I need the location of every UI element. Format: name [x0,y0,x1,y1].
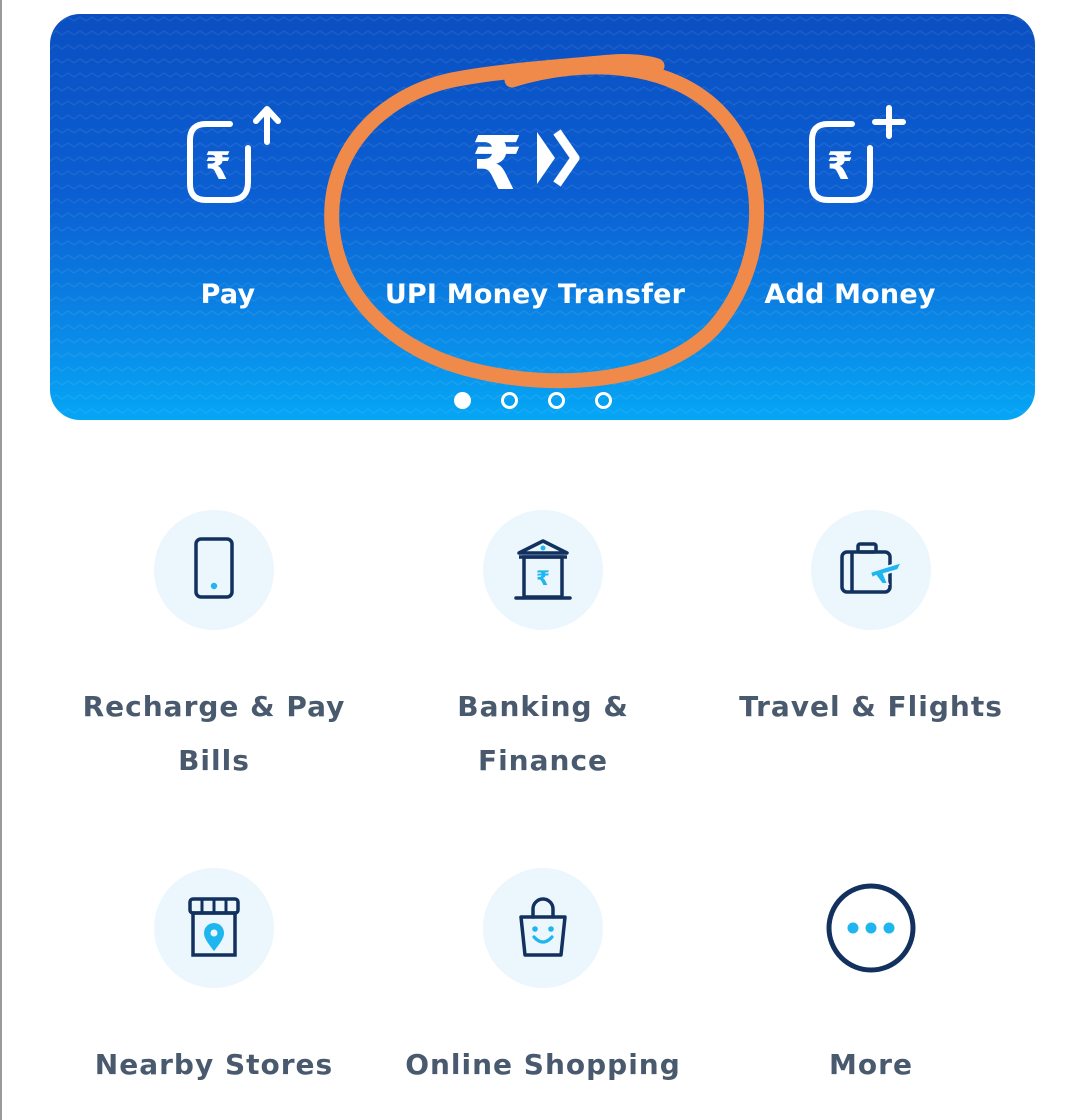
travel-flights-label: Travel & Flights [739,690,1003,723]
add-money-label: Add Money [764,279,936,310]
mobile-phone-icon [194,537,234,599]
page-dot-1[interactable] [453,392,471,409]
svg-text:₹: ₹ [536,566,550,590]
banking-finance-label: Banking & Finance [457,690,629,777]
payments-banner: ₹ Pay ₹ UPI Money Transfer ₹ Add Money [50,14,1035,420]
upi-money-transfer-label: UPI Money Transfer [384,279,686,310]
page-indicator [50,392,1025,409]
online-shopping-label: Online Shopping [405,1048,681,1081]
nearby-stores-tile[interactable]: Nearby Stores [64,868,364,1092]
more-label: More [829,1048,913,1081]
online-shopping-tile[interactable]: Online Shopping [393,868,693,1092]
add-money-button[interactable]: ₹ Add Money [764,14,935,344]
page-dot-2[interactable] [500,392,518,409]
recharge-pay-bills-label: Recharge & Pay Bills [82,690,346,777]
svg-text:₹: ₹ [827,144,853,188]
rupee-wallet-plus-icon: ₹ [780,104,920,234]
home-screen: ₹ Pay ₹ UPI Money Transfer ₹ Add Money R… [0,0,1080,1120]
more-dots-icon [826,883,916,973]
travel-flights-tile[interactable]: Travel & Flights [721,510,1021,734]
page-dot-4[interactable] [594,392,612,409]
page-dot-3[interactable] [547,392,565,409]
recharge-pay-bills-tile[interactable]: Recharge & Pay Bills [64,510,364,788]
svg-text:₹: ₹ [471,121,523,207]
svg-text:₹: ₹ [205,144,231,188]
upi-money-transfer-button[interactable]: ₹ UPI Money Transfer [385,14,685,344]
icon-circle [811,868,931,988]
rupee-wallet-arrow-up-icon: ₹ [158,104,298,234]
icon-circle [154,868,274,988]
rupee-forward-icon: ₹ [465,104,605,234]
suitcase-plane-icon [840,542,904,594]
icon-circle [483,868,603,988]
bank-rupee-icon: ₹ [514,539,572,600]
shopping-bag-icon [519,897,567,957]
icon-circle [811,510,931,630]
more-tile[interactable]: More [721,868,1021,1092]
pay-label: Pay [200,279,256,310]
banking-finance-tile[interactable]: ₹ Banking & Finance [393,510,693,788]
icon-circle [154,510,274,630]
store-location-icon [188,897,240,957]
nearby-stores-label: Nearby Stores [94,1048,334,1081]
icon-circle: ₹ [483,510,603,630]
pay-button[interactable]: ₹ Pay [158,14,298,344]
